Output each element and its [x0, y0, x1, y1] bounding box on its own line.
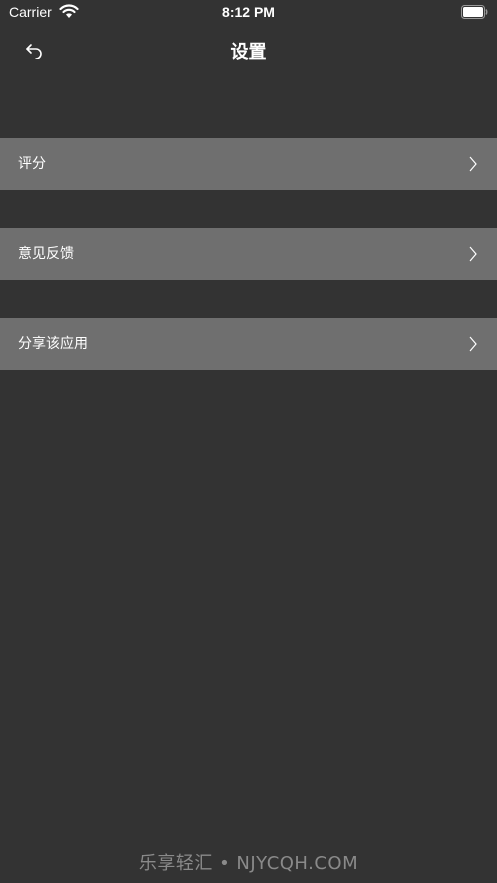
settings-row-share[interactable]: 分享该应用	[0, 318, 497, 370]
settings-row-rating[interactable]: 评分	[0, 138, 497, 190]
row-label: 评分	[18, 156, 46, 172]
chevron-right-icon	[469, 336, 477, 352]
watermark: 乐享轻汇 • NJYCQH.COM	[138, 853, 359, 874]
chevron-right-icon	[469, 156, 477, 172]
settings-row-feedback[interactable]: 意见反馈	[0, 228, 497, 280]
status-time: 8:12 PM	[222, 4, 275, 20]
chevron-right-icon	[469, 246, 477, 262]
row-label: 分享该应用	[18, 336, 88, 352]
page-title: 设置	[230, 42, 267, 63]
battery-icon	[461, 5, 488, 19]
status-bar: Carrier 8:12 PM	[0, 0, 497, 26]
row-label: 意见反馈	[18, 246, 74, 262]
navigation-bar: 设置	[0, 26, 497, 76]
